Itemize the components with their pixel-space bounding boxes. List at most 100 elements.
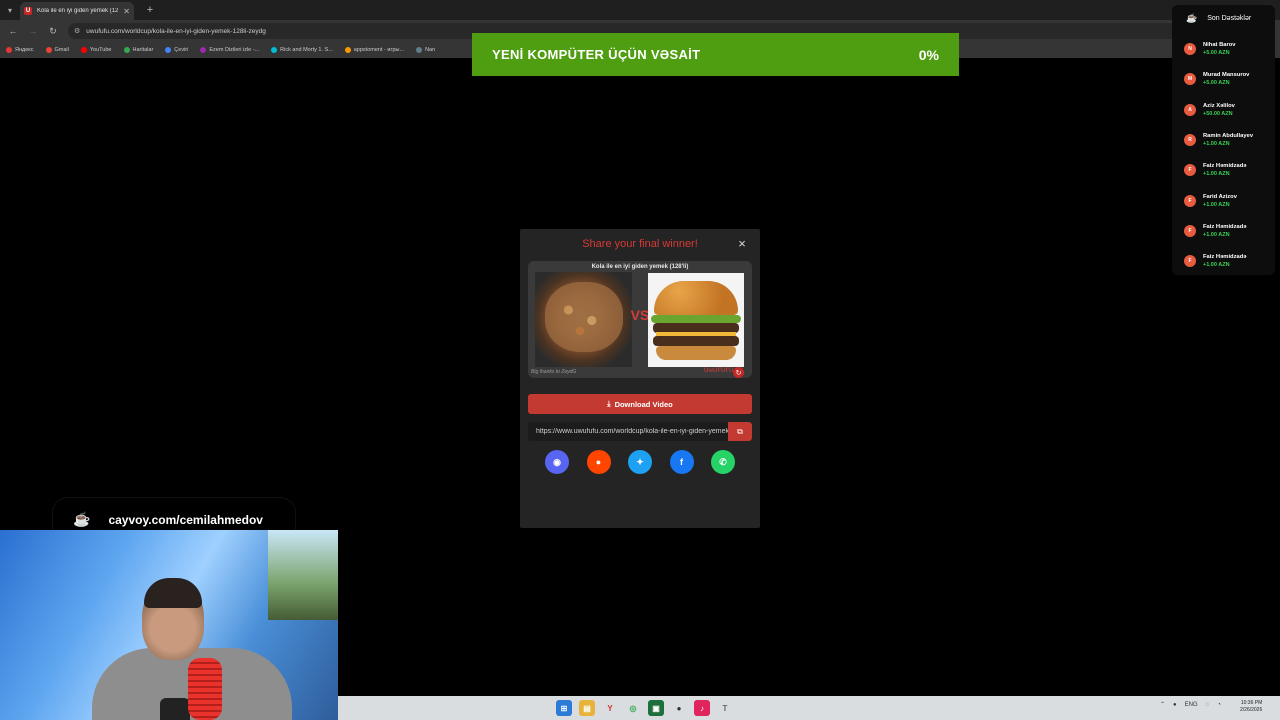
tiktok-icon[interactable]: ♪ <box>694 700 710 716</box>
supporter-name: Faiz Həmidzadə <box>1203 163 1247 170</box>
microphone-icon[interactable]: ● <box>1173 702 1177 708</box>
back-icon[interactable]: ← <box>4 22 22 40</box>
start-icon[interactable]: ⊞ <box>556 700 572 716</box>
supporter-text: Murad Mansurov +5.00 AZN <box>1203 72 1249 86</box>
coffee-cup-icon: ☕ <box>1186 13 1198 23</box>
bookmark-favicon-icon <box>123 47 130 53</box>
bookmark-favicon-icon <box>344 47 351 53</box>
reload-icon[interactable]: ↻ <box>44 22 62 40</box>
chrome-icon[interactable]: ◎ <box>625 700 641 716</box>
tab-search-icon[interactable]: ▾ <box>0 0 20 20</box>
download-icon: ⤓ <box>607 399 611 408</box>
modal-title: Share your final winner! <box>582 238 698 250</box>
reddit-share-icon[interactable]: ● <box>586 450 611 474</box>
bookmark-item[interactable]: Çeviri <box>165 47 188 53</box>
bookmark-item[interactable]: Яндекс <box>6 47 34 53</box>
bookmark-item[interactable]: Nan <box>416 47 435 53</box>
supporter-avatar: F <box>1184 194 1196 207</box>
supporter-text: Ramin Abdullayev +1.00 AZN <box>1203 133 1253 147</box>
bookmark-item[interactable]: Haritalar <box>123 47 154 53</box>
facebook-share-icon[interactable]: f <box>669 450 694 474</box>
bookmark-favicon-icon <box>271 47 278 53</box>
taskbar-clock[interactable]: 10:36 PM 2/26/2026 <box>1240 700 1262 714</box>
new-tab-button[interactable]: + <box>140 4 160 16</box>
supporter-item: M Murad Mansurov +5.00 AZN <box>1178 64 1269 94</box>
supporter-name: Nihat Barov <box>1203 42 1236 49</box>
chevron-up-icon[interactable]: ⌃ <box>1160 701 1165 708</box>
taskbar-apps: ⊞ ▤ Y ◎ ▣ ● ♪ T <box>556 700 733 716</box>
supporter-item: F Farid Azizov +1.00 AZN <box>1178 185 1269 215</box>
clock-date: 2/26/2026 <box>1240 707 1263 713</box>
burger-patty <box>653 336 739 346</box>
bookmark-item[interactable]: Gmail <box>45 47 69 53</box>
supporter-amount: +5.00 AZN <box>1203 80 1230 87</box>
burger-image <box>648 273 744 367</box>
supporter-text: Aziz Xəlilov +50.00 AZN <box>1203 103 1235 117</box>
refresh-icon[interactable]: ↻ <box>733 367 744 378</box>
preview-credit: Big thanks to ZeydG <box>531 369 577 375</box>
clock-time: 10:36 PM <box>1240 700 1263 706</box>
copy-icon[interactable]: ⧉ <box>728 422 752 441</box>
supporter-text: Faiz Həmidzadə +1.00 AZN <box>1203 254 1247 268</box>
supporter-name: Faiz Həmidzadə <box>1203 254 1247 261</box>
nvidia-icon[interactable]: ▣ <box>648 700 664 716</box>
bookmark-item[interactable]: Rick and Morty 1. S... <box>271 47 333 53</box>
supporter-text: Farid Azizov +1.00 AZN <box>1203 194 1237 208</box>
forward-icon[interactable]: → <box>24 22 42 40</box>
pizza-image <box>535 272 632 367</box>
site-info-icon[interactable]: ⚙ <box>74 27 80 35</box>
bookmark-favicon-icon <box>45 47 52 53</box>
tab-title: Kola ile en iyi giden yemek (128... <box>37 8 119 14</box>
supporter-amount: +1.00 AZN <box>1203 201 1230 208</box>
volume-icon[interactable]: ◔ <box>1217 702 1221 708</box>
network-icon[interactable]: ◌ <box>1206 702 1210 708</box>
whatsapp-share-icon[interactable]: ✆ <box>711 450 735 474</box>
yandex-icon[interactable]: Y <box>602 700 618 716</box>
text-editor-icon[interactable]: T <box>717 700 733 716</box>
download-video-button[interactable]: ⤓ Download Video <box>528 394 752 414</box>
share-url-field[interactable]: https://www.uwufufu.com/worldcup/kola-il… <box>528 422 752 441</box>
url-text: uwufufu.com/worldcup/kola-ile-en-iyi-gid… <box>86 27 266 35</box>
supporter-name: Aziz Xəlilov <box>1203 102 1235 109</box>
supporter-item: R Ramin Abdullayev +1.00 AZN <box>1178 125 1269 155</box>
uwufufu-favicon-icon: U <box>24 7 32 15</box>
bookmark-label: Яндекс <box>15 47 34 53</box>
supporter-item: A Aziz Xəlilov +50.00 AZN <box>1178 95 1269 125</box>
supporter-amount: +1.00 AZN <box>1203 231 1230 238</box>
file-explorer-icon[interactable]: ▤ <box>579 700 595 716</box>
bookmark-item[interactable]: appstoment - игры... <box>344 47 404 53</box>
caption-text: cayvoy.com/cemilahmedov <box>108 512 263 527</box>
bookmark-label: Rick and Morty 1. S... <box>280 47 333 53</box>
webcam-mic-arm <box>160 698 190 720</box>
tray-language[interactable]: ENG <box>1185 702 1198 708</box>
preview-brand: UwUFUFU <box>704 368 734 374</box>
close-tab-icon[interactable]: ✕ <box>123 7 130 16</box>
supporters-header: ☕ Son Dəstəklər <box>1186 13 1269 24</box>
recent-supporters-panel: ☕ Son Dəstəklər N Nihat Barov +5.00 AZN M Mu… <box>1172 5 1275 275</box>
share-winner-modal: Share your final winner! × Kola ile en i… <box>520 229 760 528</box>
bookmark-label: YouTube <box>89 47 112 53</box>
close-icon[interactable]: × <box>736 237 748 251</box>
webcam-feed <box>0 530 338 720</box>
goal-title: YENİ KOMPÜTER ÜÇÜN VƏSAİT <box>492 47 701 62</box>
supporter-avatar: F <box>1184 255 1196 268</box>
obs-icon[interactable]: ● <box>671 700 687 716</box>
twitter-share-icon[interactable]: ✦ <box>628 450 652 474</box>
bookmark-item[interactable]: YouTube <box>80 47 112 53</box>
webcam-microphone <box>188 658 222 720</box>
bookmark-label: Nan <box>425 47 436 53</box>
bookmark-label: Haritalar <box>132 47 154 53</box>
donation-goal-banner: YENİ KOMPÜTER ÜÇÜN VƏSAİT 0% <box>472 33 959 76</box>
burger-bun-bottom <box>656 346 736 360</box>
preview-title: Kola ile en iyi giden yemek (128'li) <box>591 264 689 270</box>
browser-tab[interactable]: U Kola ile en iyi giden yemek (128... ✕ <box>20 2 134 20</box>
browser-tab-bar: ▾ U Kola ile en iyi giden yemek (128... … <box>0 0 1280 20</box>
supporters-title: Son Dəstəklər <box>1207 15 1252 22</box>
supporter-text: Faiz Həmidzadə +1.00 AZN <box>1203 224 1247 238</box>
discord-share-icon[interactable]: ◉ <box>545 450 569 474</box>
share-url-text: https://www.uwufufu.com/worldcup/kola-il… <box>536 428 728 435</box>
supporter-amount: +50.00 AZN <box>1203 110 1233 117</box>
supporter-name: Murad Mansurov <box>1203 72 1250 79</box>
bookmark-item[interactable]: Ezem Dizileri izle -... <box>200 47 259 53</box>
supporter-amount: +5.00 AZN <box>1203 50 1230 57</box>
